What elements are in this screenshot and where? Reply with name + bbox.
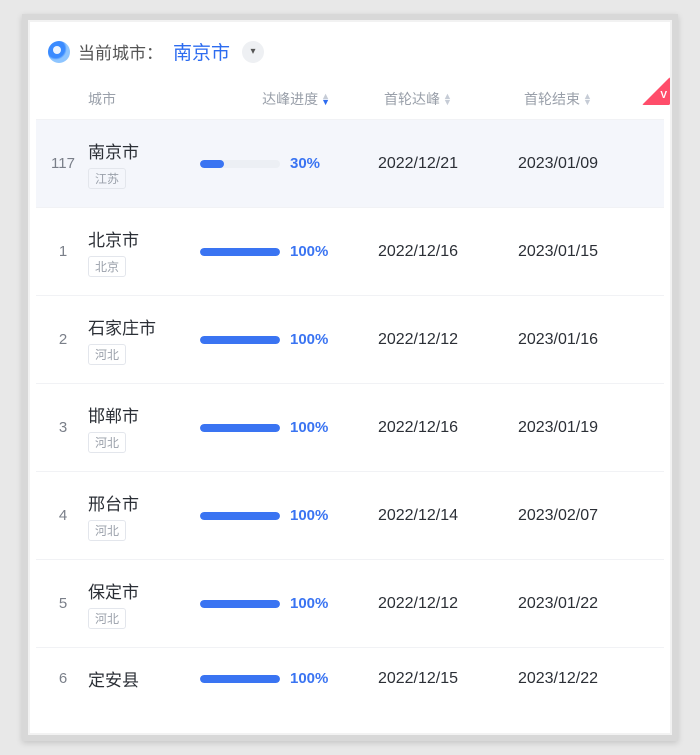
progress-bar-fill bbox=[200, 675, 280, 683]
sort-icon bbox=[583, 93, 592, 105]
progress-percent: 100% bbox=[290, 595, 334, 612]
progress-bar bbox=[200, 160, 280, 168]
progress-bar-fill bbox=[200, 512, 280, 520]
sort-icon bbox=[443, 93, 452, 105]
table-body: 117南京市江苏 30% 2022/12/212023/01/09 1北京市北京 100… bbox=[36, 119, 664, 709]
rank-cell: 2 bbox=[42, 331, 84, 348]
city-cell: 北京市北京 bbox=[84, 226, 190, 277]
city-name: 定安县 bbox=[88, 666, 190, 691]
progress-bar bbox=[200, 336, 280, 344]
progress-bar bbox=[200, 512, 280, 520]
end-date-cell: 2023/01/16 bbox=[488, 331, 628, 349]
table-row[interactable]: 4邢台市河北 100% 2022/12/142023/02/07 bbox=[36, 471, 664, 559]
city-cell: 邢台市河北 bbox=[84, 490, 190, 541]
rank-cell: 3 bbox=[42, 419, 84, 436]
current-city-value[interactable]: 南京市 bbox=[173, 38, 230, 65]
city-name: 邯郸市 bbox=[88, 402, 190, 427]
progress-percent: 100% bbox=[290, 243, 334, 260]
progress-bar-fill bbox=[200, 600, 280, 608]
end-date-cell: 2023/01/15 bbox=[488, 243, 628, 261]
progress-cell: 100% bbox=[190, 243, 348, 260]
progress-percent: 100% bbox=[290, 419, 334, 436]
progress-bar bbox=[200, 600, 280, 608]
column-header-end-label: 首轮结束 bbox=[524, 89, 580, 109]
progress-cell: 100% bbox=[190, 507, 348, 524]
progress-percent: 100% bbox=[290, 670, 334, 687]
progress-percent: 100% bbox=[290, 507, 334, 524]
province-tag: 江苏 bbox=[88, 168, 126, 189]
end-date-cell: 2023/12/22 bbox=[488, 670, 628, 688]
table-row[interactable]: 117南京市江苏 30% 2022/12/212023/01/09 bbox=[36, 119, 664, 207]
progress-cell: 100% bbox=[190, 595, 348, 612]
peak-date-cell: 2022/12/16 bbox=[348, 243, 488, 261]
city-cell: 南京市江苏 bbox=[84, 138, 190, 189]
progress-cell: 100% bbox=[190, 419, 348, 436]
peak-date-cell: 2022/12/15 bbox=[348, 670, 488, 688]
corner-badge-icon[interactable] bbox=[642, 77, 670, 105]
table-header: 城市 达峰进度 首轮达峰 首轮结束 bbox=[36, 79, 664, 119]
table-row[interactable]: 6定安县 100% 2022/12/152023/12/22 bbox=[36, 647, 664, 709]
current-city-label: 当前城市： bbox=[78, 39, 163, 64]
rank-cell: 6 bbox=[42, 670, 84, 687]
peak-date-cell: 2022/12/12 bbox=[348, 331, 488, 349]
city-cell: 石家庄市河北 bbox=[84, 314, 190, 365]
rank-cell: 4 bbox=[42, 507, 84, 524]
city-name: 南京市 bbox=[88, 138, 190, 163]
end-date-cell: 2023/01/09 bbox=[488, 155, 628, 173]
progress-cell: 30% bbox=[190, 155, 348, 172]
column-header-peak-label: 首轮达峰 bbox=[384, 89, 440, 109]
peak-date-cell: 2022/12/14 bbox=[348, 507, 488, 525]
progress-bar bbox=[200, 248, 280, 256]
chevron-down-icon: ▾ bbox=[251, 46, 256, 57]
progress-percent: 30% bbox=[290, 155, 334, 172]
province-tag: 河北 bbox=[88, 432, 126, 453]
province-tag: 河北 bbox=[88, 608, 126, 629]
city-name: 北京市 bbox=[88, 226, 190, 251]
column-header-peak[interactable]: 首轮达峰 bbox=[348, 89, 488, 109]
sort-icon bbox=[321, 93, 330, 105]
progress-bar-fill bbox=[200, 248, 280, 256]
column-header-city[interactable]: 城市 bbox=[84, 89, 190, 109]
city-name: 保定市 bbox=[88, 578, 190, 603]
table-row[interactable]: 3邯郸市河北 100% 2022/12/162023/01/19 bbox=[36, 383, 664, 471]
column-header-progress-label: 达峰进度 bbox=[262, 89, 318, 109]
rank-cell: 1 bbox=[42, 243, 84, 260]
city-dropdown-button[interactable]: ▾ bbox=[242, 41, 264, 63]
city-cell: 邯郸市河北 bbox=[84, 402, 190, 453]
province-tag: 河北 bbox=[88, 520, 126, 541]
peak-date-cell: 2022/12/21 bbox=[348, 155, 488, 173]
progress-bar bbox=[200, 675, 280, 683]
progress-bar bbox=[200, 424, 280, 432]
city-name: 邢台市 bbox=[88, 490, 190, 515]
end-date-cell: 2023/01/19 bbox=[488, 419, 628, 437]
progress-cell: 100% bbox=[190, 331, 348, 348]
column-header-progress[interactable]: 达峰进度 bbox=[190, 89, 348, 109]
progress-cell: 100% bbox=[190, 670, 348, 687]
rank-cell: 117 bbox=[42, 155, 84, 172]
table-row[interactable]: 2石家庄市河北 100% 2022/12/122023/01/16 bbox=[36, 295, 664, 383]
column-header-city-label: 城市 bbox=[88, 89, 116, 109]
peak-date-cell: 2022/12/12 bbox=[348, 595, 488, 613]
province-tag: 河北 bbox=[88, 344, 126, 365]
content-area: 当前城市： 南京市 ▾ 城市 达峰进度 首轮达峰 首轮结束 bbox=[28, 20, 672, 735]
city-cell: 保定市河北 bbox=[84, 578, 190, 629]
progress-bar-fill bbox=[200, 336, 280, 344]
table-row[interactable]: 1北京市北京 100% 2022/12/162023/01/15 bbox=[36, 207, 664, 295]
progress-bar-fill bbox=[200, 424, 280, 432]
city-selector-header: 当前城市： 南京市 ▾ bbox=[36, 38, 664, 79]
progress-bar-fill bbox=[200, 160, 224, 168]
app-frame: 当前城市： 南京市 ▾ 城市 达峰进度 首轮达峰 首轮结束 bbox=[22, 14, 678, 741]
province-tag: 北京 bbox=[88, 256, 126, 277]
end-date-cell: 2023/01/22 bbox=[488, 595, 628, 613]
app-logo-icon bbox=[48, 41, 70, 63]
end-date-cell: 2023/02/07 bbox=[488, 507, 628, 525]
city-cell: 定安县 bbox=[84, 666, 190, 691]
progress-percent: 100% bbox=[290, 331, 334, 348]
peak-date-cell: 2022/12/16 bbox=[348, 419, 488, 437]
column-header-end[interactable]: 首轮结束 bbox=[488, 89, 628, 109]
city-name: 石家庄市 bbox=[88, 314, 190, 339]
rank-cell: 5 bbox=[42, 595, 84, 612]
table-row[interactable]: 5保定市河北 100% 2022/12/122023/01/22 bbox=[36, 559, 664, 647]
